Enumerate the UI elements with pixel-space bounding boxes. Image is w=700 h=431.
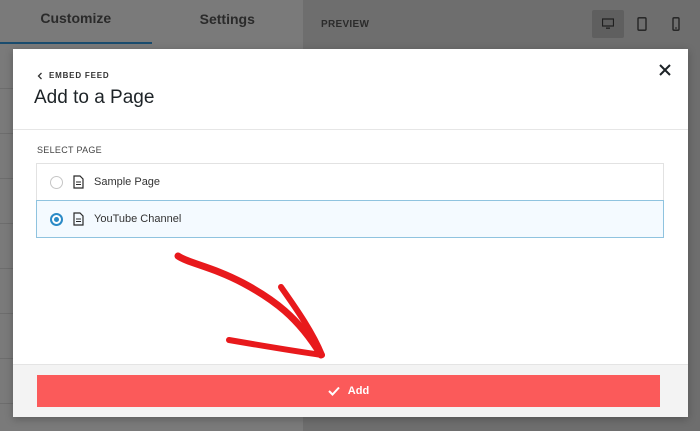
page-option-youtube-channel[interactable]: YouTube Channel	[36, 200, 664, 238]
select-page-label: SELECT PAGE	[37, 145, 102, 155]
modal-header: EMBED FEED Add to a Page	[13, 49, 688, 130]
modal-footer: Add	[13, 364, 688, 417]
desktop-view-button[interactable]	[592, 10, 624, 38]
tab-customize[interactable]: Customize	[0, 0, 152, 44]
tab-settings[interactable]: Settings	[152, 0, 304, 44]
customizer-tabs: Customize Settings	[0, 0, 303, 44]
mobile-view-button[interactable]	[660, 10, 692, 38]
page-option-label: Sample Page	[94, 176, 161, 188]
tablet-view-button[interactable]	[626, 10, 658, 38]
add-button[interactable]: Add	[37, 375, 660, 407]
close-icon	[659, 64, 671, 76]
checkmark-icon	[328, 386, 340, 396]
add-to-page-modal: EMBED FEED Add to a Page SELECT PAGE Sam…	[13, 49, 688, 417]
chevron-left-icon	[37, 72, 42, 79]
close-button[interactable]	[656, 61, 674, 79]
page-document-icon	[73, 175, 84, 189]
back-link-label: EMBED FEED	[49, 71, 110, 80]
radio-button[interactable]	[50, 175, 63, 189]
modal-title: Add to a Page	[34, 87, 155, 108]
preview-label: PREVIEW	[321, 19, 370, 30]
embed-feed-back-link[interactable]: EMBED FEED	[37, 71, 109, 80]
page-option-label: YouTube Channel	[94, 213, 182, 225]
device-switcher	[592, 10, 692, 38]
page-list: Sample Page YouTube Channel	[36, 163, 664, 238]
page-document-icon	[73, 212, 84, 226]
modal-body: SELECT PAGE Sample Page YouTube Channel	[13, 130, 688, 364]
tablet-icon	[637, 17, 647, 31]
desktop-icon	[602, 18, 614, 29]
page-option-sample-page[interactable]: Sample Page	[36, 163, 664, 201]
add-button-label: Add	[347, 385, 370, 397]
mobile-icon	[672, 17, 680, 31]
radio-button-checked[interactable]	[50, 212, 63, 226]
